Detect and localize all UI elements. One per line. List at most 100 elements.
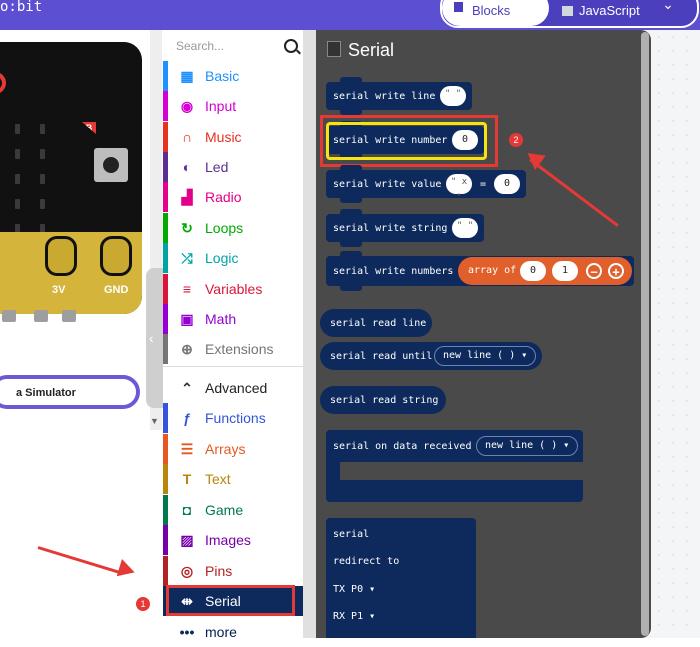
category-color-bar — [163, 213, 168, 243]
button-b-label: B — [82, 122, 96, 134]
array-item-0[interactable]: 0 — [520, 261, 546, 281]
toolbox-scrollbar[interactable] — [303, 30, 316, 640]
category-pins[interactable]: ◎ Pins — [163, 556, 303, 586]
category-label: Logic — [205, 250, 239, 266]
block-serial-redirect[interactable]: serial redirect to TX P0 ▾ RX P1 ▾ — [326, 518, 476, 638]
value-slot[interactable]: 0 — [494, 174, 520, 194]
category-music[interactable]: ∩ Music — [163, 122, 303, 152]
collapse-simulator-handle[interactable]: ‹ — [146, 268, 164, 408]
category-label: Music — [205, 129, 242, 145]
text-icon: T — [182, 471, 192, 487]
scroll-down-arrow-icon[interactable]: ▼ — [150, 416, 159, 426]
pin-3v-label: 3V — [52, 284, 66, 296]
category-color-bar — [163, 61, 168, 91]
simulator-pill-label: a Simulator — [16, 387, 76, 399]
javascript-tab[interactable]: JavaScript — [562, 3, 640, 18]
category-math[interactable]: ▣ Math — [163, 304, 303, 334]
annotation-badge-2: 2 — [509, 133, 523, 147]
chevron-down-icon[interactable]: ⌄ — [658, 0, 678, 14]
category-led[interactable]: ◐ Led — [163, 152, 303, 182]
pin-gnd[interactable] — [100, 236, 132, 276]
calculator-icon: ▣ — [180, 311, 194, 327]
category-label: Arrays — [205, 441, 246, 457]
fullscreen-icon[interactable] — [62, 310, 76, 322]
category-radio[interactable]: ▟ Radio — [163, 182, 303, 212]
category-label: Text — [205, 471, 231, 487]
category-color-bar — [163, 495, 168, 525]
list-ordered-icon: ☰ — [180, 441, 194, 457]
block-serial-write-value[interactable]: serial write value " x " = 0 — [326, 165, 526, 203]
string-slot[interactable]: " " — [440, 86, 466, 106]
category-color-bar — [163, 152, 168, 182]
function-icon: ƒ — [183, 410, 191, 426]
chevron-up-icon: ⌃ — [181, 380, 193, 396]
category-functions[interactable]: ƒ Functions — [163, 403, 303, 433]
serial-highlight-box — [166, 585, 295, 616]
pin-gnd-label: GND — [104, 284, 129, 296]
camera-icon[interactable] — [34, 310, 48, 322]
category-label: Led — [205, 159, 229, 175]
category-images[interactable]: ▨ Images — [163, 525, 303, 555]
speaker-icon[interactable] — [2, 310, 16, 322]
block-serial-on-data-received[interactable]: serial on data received new line ( ) ▾ — [326, 430, 583, 502]
microbit-board: B 3V GND — [0, 42, 142, 314]
logo-ring — [0, 72, 6, 94]
headphones-icon: ∩ — [181, 129, 193, 145]
search-input[interactable]: Search... — [173, 36, 298, 58]
block-serial-read-line[interactable]: serial read line — [320, 309, 432, 337]
puzzle-icon — [454, 2, 463, 12]
array-of-block[interactable]: array of 0 1 − + — [458, 257, 632, 285]
category-color-bar — [163, 525, 168, 555]
category-label: Game — [205, 502, 244, 518]
javascript-tab-label: JavaScript — [579, 3, 640, 18]
array-item-1[interactable]: 1 — [552, 261, 578, 281]
simulator-panel: B 3V GND a Simulator — [0, 30, 150, 640]
pin-3v[interactable] — [45, 236, 77, 276]
string-slot[interactable]: " " — [452, 218, 478, 238]
button-b[interactable] — [94, 148, 128, 182]
block-serial-write-string[interactable]: serial write string " " — [326, 209, 484, 247]
category-input[interactable]: ◉ Input — [163, 91, 303, 121]
category-loops[interactable]: ↻ Loops — [163, 213, 303, 243]
serial-category-icon — [327, 41, 341, 57]
block-serial-read-until[interactable]: serial read until new line ( ) ▾ — [320, 342, 542, 370]
flyout-scrollbar[interactable] — [641, 32, 649, 636]
category-advanced[interactable]: ⌃ Advanced — [163, 373, 303, 403]
delimiter-dropdown[interactable]: new line ( ) ▾ — [476, 436, 579, 456]
search-placeholder: Search... — [176, 39, 225, 53]
image-icon: ▨ — [180, 532, 194, 548]
minus-icon[interactable]: − — [586, 263, 602, 279]
category-game[interactable]: ◘ Game — [163, 495, 303, 525]
block-serial-write-numbers[interactable]: serial write numbers array of 0 1 − + — [326, 251, 634, 291]
list-icon: ≡ — [182, 281, 192, 297]
category-logic[interactable]: ⤮ Logic — [163, 243, 303, 273]
flyout-title: Serial — [327, 40, 394, 61]
app-logo[interactable]: o:bit — [0, 0, 42, 14]
category-basic[interactable]: ▦ Basic — [163, 61, 303, 91]
simulator-toolbar — [0, 302, 150, 332]
block-serial-read-string[interactable]: serial read string — [320, 386, 446, 414]
category-color-bar — [163, 556, 168, 586]
input-icon: ◉ — [180, 98, 194, 114]
plus-icon[interactable]: + — [608, 263, 624, 279]
delimiter-dropdown[interactable]: new line ( ) ▾ — [434, 346, 537, 366]
advanced-separator — [163, 366, 303, 367]
category-arrays[interactable]: ☰ Arrays — [163, 434, 303, 464]
js-file-icon — [562, 6, 573, 16]
simulator-pill[interactable]: a Simulator — [0, 375, 140, 409]
top-menu-bar: o:bit Blocks JavaScript ⌄ — [0, 0, 700, 30]
category-label: Input — [205, 98, 237, 114]
annotation-badge-1: 1 — [136, 597, 150, 611]
category-color-bar — [163, 274, 168, 304]
search-icon[interactable] — [284, 39, 298, 53]
block-serial-write-line[interactable]: serial write line " " — [326, 77, 472, 115]
category-extensions[interactable]: ⊕ Extensions — [163, 334, 303, 364]
category-label: Radio — [205, 189, 242, 205]
name-slot[interactable]: " x " — [446, 174, 472, 203]
tx-pin-dropdown[interactable]: TX P0 ▾ — [333, 584, 375, 595]
blocks-tab[interactable]: Blocks — [442, 0, 549, 26]
category-variables[interactable]: ≡ Variables — [163, 274, 303, 304]
category-text[interactable]: T Text — [163, 464, 303, 494]
toolbox: Search... ▦ Basic ◉ Input ∩ Music ◐ Led ▟ Radio ↻ L… — [163, 30, 303, 640]
rx-pin-dropdown[interactable]: RX P1 ▾ — [333, 611, 375, 622]
